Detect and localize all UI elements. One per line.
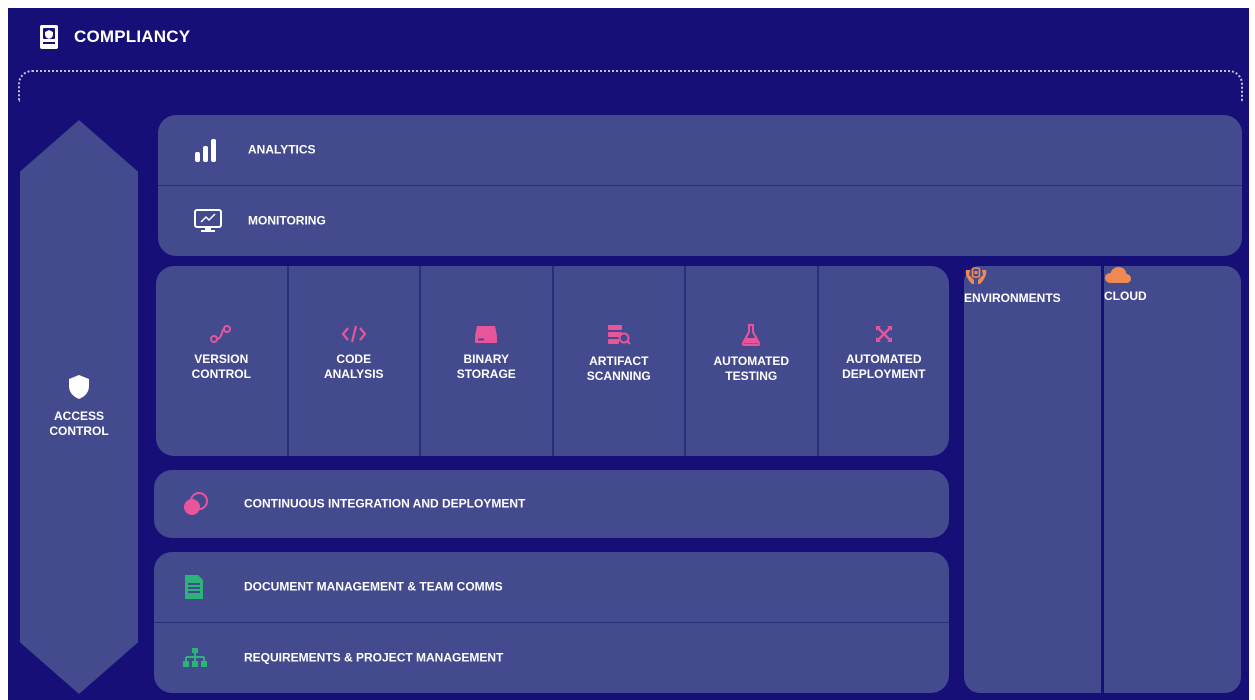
document-icon — [185, 575, 203, 599]
documents-label: DOCUMENT MANAGEMENT & TEAM COMMS — [244, 579, 503, 594]
header: COMPLIANCY — [38, 24, 190, 50]
access-control-column: ACCESS CONTROL — [20, 120, 138, 694]
storage-icon — [475, 326, 498, 343]
access-control-label: ACCESS CONTROL — [49, 409, 109, 438]
compliancy-diagram: COMPLIANCY ACCESS CONTROL ANALYTICS MONI… — [8, 8, 1249, 700]
tool-label: BINARY STORAGE — [456, 352, 516, 381]
tool-label: CODE ANALYSIS — [323, 352, 384, 381]
observability-panel: ANALYTICS MONITORING — [158, 115, 1242, 256]
monitoring-label: MONITORING — [248, 213, 326, 228]
environments-column: ENVIRONMENTS — [964, 266, 1101, 693]
tool-label: AUTOMATED DEPLOYMENT — [842, 352, 926, 381]
cloud-icon — [1105, 267, 1131, 283]
environments-label: ENVIRONMENTS — [964, 291, 1061, 305]
code-icon — [341, 325, 367, 343]
tool-artifact-scanning: ARTIFACT SCANNING — [554, 266, 686, 456]
requirements-label: REQUIREMENTS & PROJECT MANAGEMENT — [244, 650, 504, 665]
shield-icon — [69, 375, 89, 399]
analytics-row: ANALYTICS — [158, 115, 1242, 185]
requirements-row: REQUIREMENTS & PROJECT MANAGEMENT — [154, 623, 949, 693]
arrows-icon — [875, 326, 892, 342]
tool-binary-storage: BINARY STORAGE — [421, 266, 554, 456]
compliance-bracket — [18, 70, 1243, 102]
tool-code-analysis: CODE ANALYSIS — [289, 266, 421, 456]
bar-chart-icon — [195, 139, 216, 162]
environments-content: ENVIRONMENTS — [964, 266, 1101, 306]
page-title: COMPLIANCY — [74, 27, 191, 46]
tool-label: ARTIFACT SCANNING — [586, 354, 651, 383]
scan-icon — [607, 325, 631, 345]
monitor-icon — [194, 209, 222, 232]
ci-panel: CONTINUOUS INTEGRATION AND DEPLOYMENT — [154, 470, 949, 538]
cloud-content: CLOUD — [1104, 266, 1241, 304]
management-panel: DOCUMENT MANAGEMENT & TEAM COMMS REQUIRE… — [154, 552, 949, 693]
circles-icon — [184, 492, 208, 515]
branch-icon — [210, 325, 232, 343]
flask-icon — [742, 324, 761, 346]
tool-automated-deployment: AUTOMATED DEPLOYMENT — [819, 266, 950, 456]
cloud-column: CLOUD — [1104, 266, 1241, 693]
tool-automated-testing: AUTOMATED TESTING — [686, 266, 819, 456]
tool-version-control: VERSION CONTROL — [156, 266, 289, 456]
tool-label: VERSION CONTROL — [191, 352, 251, 381]
tool-label: AUTOMATED TESTING — [713, 354, 790, 383]
compliance-document-icon — [40, 25, 58, 49]
documents-row: DOCUMENT MANAGEMENT & TEAM COMMS — [154, 552, 949, 622]
cloud-label: CLOUD — [1104, 289, 1147, 303]
ci-row: CONTINUOUS INTEGRATION AND DEPLOYMENT — [154, 470, 949, 538]
monitoring-row: MONITORING — [158, 186, 1242, 256]
tools-panel: VERSION CONTROL CODE ANALYSIS BINARY STO… — [156, 266, 949, 456]
hierarchy-icon — [183, 648, 207, 667]
analytics-label: ANALYTICS — [248, 142, 316, 157]
ci-label: CONTINUOUS INTEGRATION AND DEPLOYMENT — [244, 496, 526, 511]
hands-icon — [965, 267, 987, 284]
